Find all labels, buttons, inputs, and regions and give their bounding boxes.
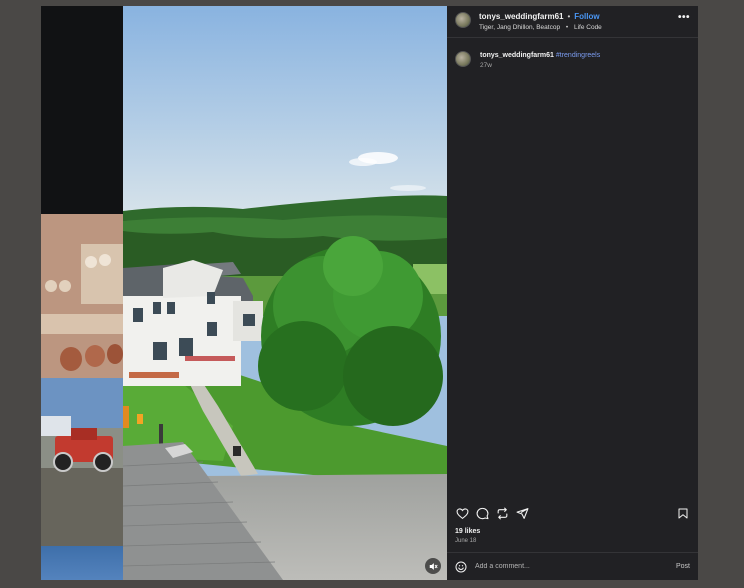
- audio-title: Life Code: [573, 24, 602, 31]
- comment-bar: Post: [447, 552, 698, 580]
- repost-button[interactable]: [495, 506, 509, 520]
- post-comment-button[interactable]: Post: [676, 563, 690, 570]
- audio-attribution[interactable]: Tiger, Jang Dhillon, Beatcop • Life Code: [479, 23, 602, 33]
- more-options-icon[interactable]: •••: [678, 13, 690, 23]
- comment-input[interactable]: [475, 563, 676, 570]
- caption-timestamp: 27w: [480, 62, 492, 69]
- caption: tonys_weddingfarm61 #trendingreels 27w: [447, 38, 698, 69]
- caption-avatar[interactable]: [455, 51, 471, 67]
- avatar[interactable]: [455, 12, 471, 28]
- bookmark-icon: [678, 508, 688, 518]
- vintage-car-post-thumbnail[interactable]: [41, 378, 123, 546]
- header-user-line: tonys_weddingfarm61 • Follow: [479, 12, 602, 22]
- caption-username[interactable]: tonys_weddingfarm61: [480, 52, 554, 59]
- emoji-button[interactable]: [455, 561, 467, 573]
- adjacent-posts-strip: [41, 6, 123, 580]
- caption-hashtag[interactable]: #trendingreels: [556, 52, 600, 59]
- audio-separator: •: [565, 24, 569, 31]
- reel-video[interactable]: [123, 6, 447, 580]
- speaker-muted-icon: [429, 562, 438, 570]
- pottery-post-thumbnail[interactable]: [41, 214, 123, 378]
- mute-button[interactable]: [425, 558, 441, 574]
- audio-artists: Tiger, Jang Dhillon, Beatcop: [479, 24, 561, 31]
- header-text: tonys_weddingfarm61 • Follow Tiger, Jang…: [479, 12, 602, 33]
- repost-icon: [497, 507, 507, 519]
- farmhouse-aerial-image: [123, 6, 447, 580]
- post-header: tonys_weddingfarm61 • Follow Tiger, Jang…: [447, 6, 698, 38]
- caption-body: tonys_weddingfarm61 #trendingreels 27w: [480, 51, 600, 69]
- header-username[interactable]: tonys_weddingfarm61: [479, 12, 563, 22]
- follow-button[interactable]: Follow: [574, 12, 599, 22]
- caption-line: tonys_weddingfarm61 #trendingreels: [480, 51, 600, 61]
- heart-icon: [456, 507, 468, 519]
- previous-post-thumbnail[interactable]: [41, 6, 123, 214]
- post-date: June 18: [455, 538, 477, 544]
- like-button[interactable]: [455, 506, 469, 520]
- send-icon: [516, 507, 528, 519]
- post-details-panel: tonys_weddingfarm61 • Follow Tiger, Jang…: [447, 6, 698, 580]
- share-button[interactable]: [515, 506, 529, 520]
- likes-count[interactable]: 19 likes: [455, 528, 480, 535]
- separator-dot: •: [567, 12, 571, 21]
- emoji-icon: [455, 561, 467, 572]
- comment-button[interactable]: [475, 506, 489, 520]
- next-post-thumbnail[interactable]: [41, 546, 123, 580]
- save-button[interactable]: [676, 506, 690, 520]
- action-bar: [447, 505, 698, 521]
- comment-icon: [476, 507, 488, 519]
